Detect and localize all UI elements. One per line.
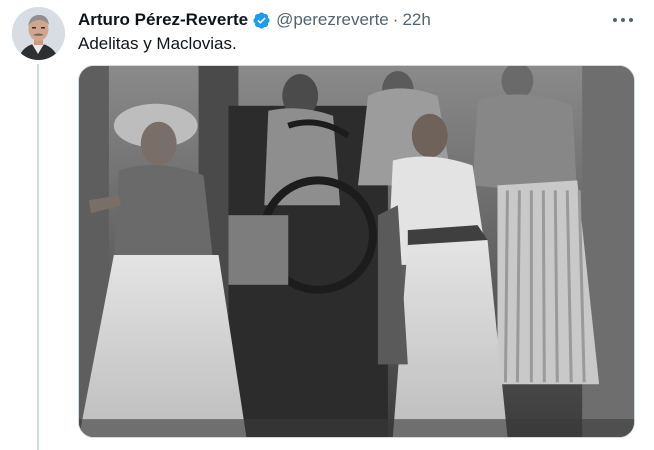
author-display-name[interactable]: Arturo Pérez-Reverte xyxy=(78,10,248,30)
tweet-timestamp[interactable]: 22h xyxy=(402,10,430,30)
tweet-header: Arturo Pérez-Reverte @perezreverte · 22h xyxy=(78,9,431,31)
thread-connector-line xyxy=(37,64,39,450)
more-options-icon[interactable] xyxy=(607,9,639,31)
tweet-text: Adelitas y Maclovias. xyxy=(78,34,237,53)
separator-dot: · xyxy=(392,10,399,29)
verified-badge-icon xyxy=(252,11,271,30)
author-handle[interactable]: @perezreverte xyxy=(276,10,389,30)
avatar[interactable] xyxy=(12,7,65,60)
tweet-card: Arturo Pérez-Reverte @perezreverte · 22h… xyxy=(0,0,654,450)
avatar-image xyxy=(12,7,65,60)
tweet-photo[interactable] xyxy=(78,65,635,438)
